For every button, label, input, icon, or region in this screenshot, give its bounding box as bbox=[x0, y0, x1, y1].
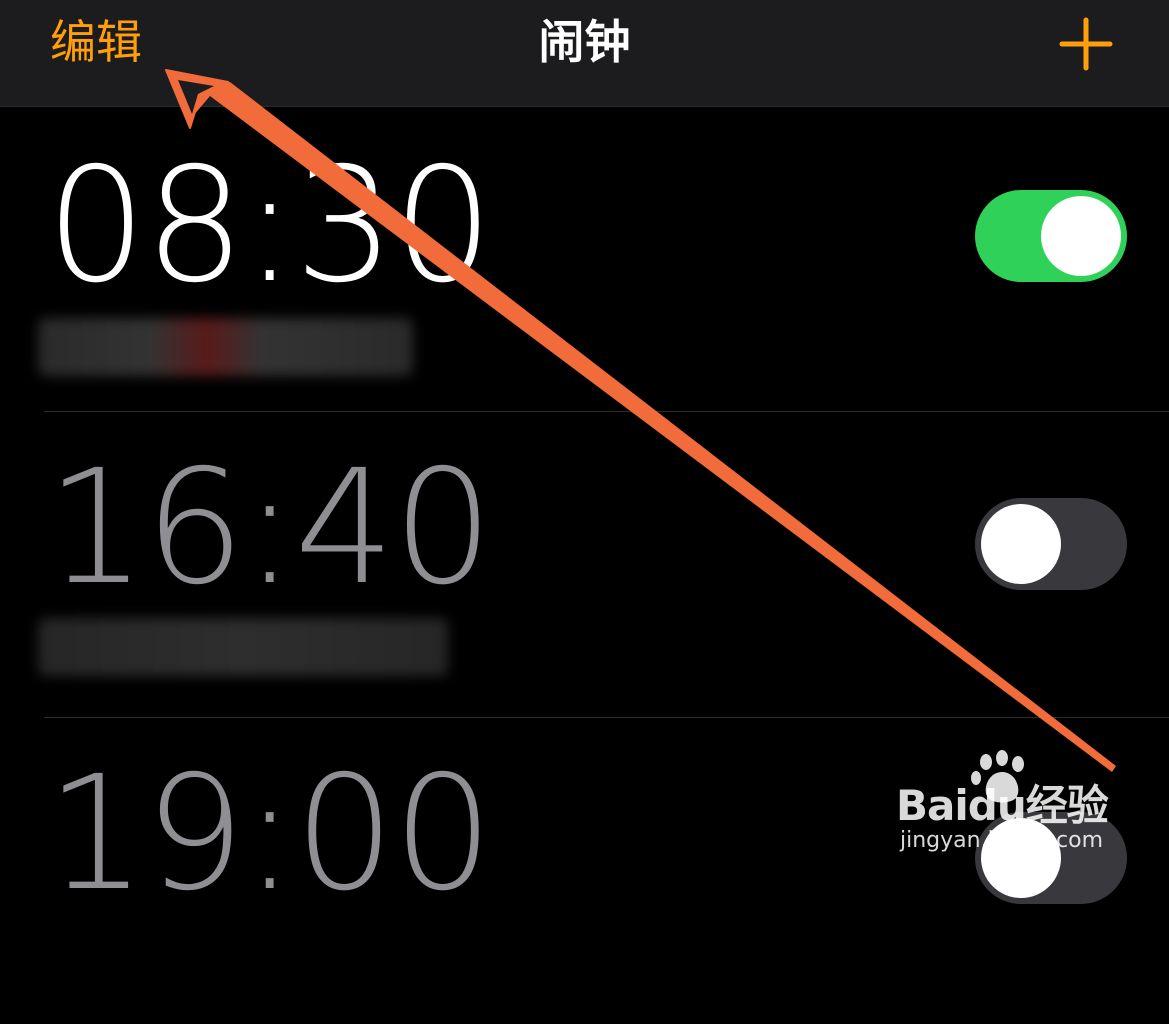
alarm-row[interactable]: 08:30 bbox=[0, 106, 1169, 412]
alarm-row[interactable]: 19:00 bbox=[0, 718, 1169, 1024]
navigation-bar: 编辑 闹钟 bbox=[0, 0, 1169, 107]
alarm-time: 08:30 bbox=[46, 134, 493, 318]
alarm-time: 16:40 bbox=[46, 436, 493, 620]
add-alarm-button[interactable] bbox=[1058, 16, 1114, 72]
plus-icon bbox=[1059, 17, 1113, 71]
alarm-label-blurred bbox=[38, 618, 448, 676]
page-title: 闹钟 bbox=[538, 15, 631, 69]
toggle-knob bbox=[1041, 196, 1121, 276]
alarm-toggle[interactable] bbox=[975, 812, 1127, 904]
toggle-knob bbox=[981, 504, 1061, 584]
alarm-row[interactable]: 16:40 bbox=[0, 412, 1169, 718]
toggle-knob bbox=[981, 818, 1061, 898]
alarm-toggle[interactable] bbox=[975, 190, 1127, 282]
alarm-label-blurred bbox=[38, 318, 413, 376]
alarm-toggle[interactable] bbox=[975, 498, 1127, 590]
alarm-time: 19:00 bbox=[46, 742, 493, 926]
